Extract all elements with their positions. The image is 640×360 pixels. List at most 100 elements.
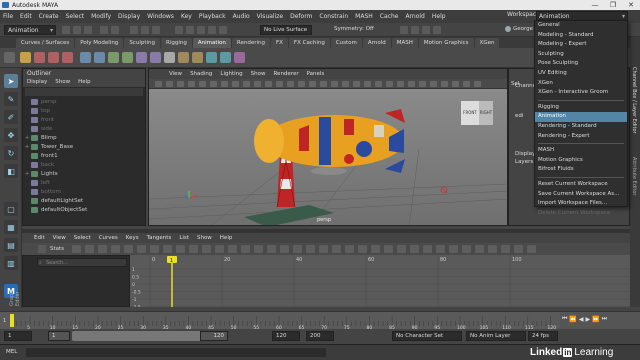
workspace-option-bifrost-fluids[interactable]: Bifrost Fluids xyxy=(535,165,627,175)
viewport-tool-icon[interactable] xyxy=(386,81,393,87)
outliner-search-input[interactable] xyxy=(25,88,143,96)
fps-select[interactable]: 24 fps xyxy=(528,331,558,341)
expand-icon[interactable]: + xyxy=(23,171,31,177)
workspace-option-reset-current-workspace[interactable]: Reset Current Workspace xyxy=(535,180,627,190)
workspace-option-save-current-workspace-as[interactable]: Save Current Workspace As... xyxy=(535,190,627,200)
graph-tool-icon[interactable] xyxy=(72,245,81,253)
anim-layer-select[interactable]: No Anim Layer xyxy=(466,331,526,341)
workspace-option-xgen[interactable]: XGen xyxy=(535,79,627,89)
start-frame-field[interactable]: 1 xyxy=(4,331,32,341)
scene-view[interactable]: FRONT RIGHT persp xyxy=(149,89,507,225)
end-frame-field[interactable]: 120 xyxy=(272,331,300,341)
tab-channel-box[interactable]: Channel Box / Layer Editor xyxy=(631,67,637,134)
go-to-end-icon[interactable]: ⏭ xyxy=(602,315,607,323)
graph-editor-icon[interactable] xyxy=(80,52,91,63)
viewport-tool-icon[interactable] xyxy=(199,81,206,87)
viewport-tool-icon[interactable] xyxy=(166,81,173,87)
viewport-menu-renderer[interactable]: Renderer xyxy=(273,69,298,79)
viewcube-front[interactable]: FRONT xyxy=(461,101,479,125)
layout-graph-icon[interactable]: ▥ xyxy=(4,256,18,270)
layout-single-icon[interactable]: ▢ xyxy=(4,202,18,216)
menu-display[interactable]: Display xyxy=(118,13,140,20)
viewport-tool-icon[interactable] xyxy=(441,81,448,87)
viewcube-right[interactable]: RIGHT xyxy=(479,101,493,125)
graph-tool-icon[interactable] xyxy=(423,245,432,253)
outliner-item[interactable]: defaultObjectSet xyxy=(23,205,145,214)
close-button[interactable]: ✕ xyxy=(622,0,640,10)
graph-menu-list[interactable]: List xyxy=(179,235,189,241)
graph-tool-icon[interactable] xyxy=(462,245,471,253)
graph-tool-icon[interactable] xyxy=(124,245,133,253)
graph-search-input[interactable]: ⌕ Search... xyxy=(37,258,127,267)
layout-four-icon[interactable]: ▦ xyxy=(4,220,18,234)
graph-tool-icon[interactable] xyxy=(189,245,198,253)
viewport-tool-icon[interactable] xyxy=(331,81,338,87)
graph-tool-icon[interactable] xyxy=(358,245,367,253)
graph-tool-icon[interactable] xyxy=(163,245,172,253)
graph-tool-icon[interactable] xyxy=(241,245,250,253)
graph-tool-icon[interactable] xyxy=(397,245,406,253)
graph-tool-icon[interactable] xyxy=(280,245,289,253)
graph-tool-icon[interactable] xyxy=(150,245,159,253)
graph-tool-icon[interactable] xyxy=(293,245,302,253)
menu-playback[interactable]: Playback xyxy=(199,13,226,20)
render-icon[interactable] xyxy=(400,26,408,34)
menu-constrain[interactable]: Constrain xyxy=(319,13,348,20)
viewport-tool-icon[interactable] xyxy=(276,81,283,87)
display-tab[interactable]: Display xyxy=(515,151,535,157)
menu-edit[interactable]: Edit xyxy=(20,13,32,20)
workspace-option-xgen-interactive-groom[interactable]: XGen - Interactive Groom xyxy=(535,88,627,98)
range-handle[interactable] xyxy=(72,331,202,341)
layers-menu[interactable]: Layers xyxy=(515,159,533,165)
time-slider[interactable]: 5 10 15 20 25 30 35 40 45 50 55 60 65 70 75 80 85 90 95 100… xyxy=(0,311,640,331)
shelf-tab-rigging[interactable]: Rigging xyxy=(161,38,192,48)
graph-tool-icon[interactable] xyxy=(332,245,341,253)
snap-grid-icon[interactable] xyxy=(175,26,183,34)
new-scene-icon[interactable] xyxy=(62,26,70,34)
workspace-option-uv-editing[interactable]: UV Editing xyxy=(535,69,627,79)
anim-end-field[interactable]: 200 xyxy=(306,331,334,341)
expand-icon[interactable]: + xyxy=(23,144,31,150)
workspace-option-rendering-standard[interactable]: Rendering - Standard xyxy=(535,122,627,132)
viewport-menu-show[interactable]: Show xyxy=(251,69,266,79)
graph-tool-icon[interactable] xyxy=(215,245,224,253)
menu-cache[interactable]: Cache xyxy=(380,13,399,20)
go-to-start-icon[interactable]: ⏮ xyxy=(562,315,567,323)
viewport-tool-icon[interactable] xyxy=(232,81,239,87)
viewport-tool-icon[interactable] xyxy=(474,81,481,87)
bind-skin-icon[interactable] xyxy=(234,52,245,63)
shelf-tab-xgen[interactable]: XGen xyxy=(474,38,500,48)
graph-tool-icon[interactable] xyxy=(501,245,510,253)
graph-tool-icon[interactable] xyxy=(514,245,523,253)
shelf-tab-motion-graphics[interactable]: Motion Graphics xyxy=(418,38,474,48)
maximize-button[interactable]: ❐ xyxy=(604,0,622,10)
shelf-tab-mash[interactable]: MASH xyxy=(391,38,418,48)
minimize-button[interactable]: — xyxy=(586,0,604,10)
playback-start-field[interactable]: 1 xyxy=(48,331,70,341)
graph-tool-icon[interactable] xyxy=(176,245,185,253)
outliner-item[interactable]: bottom xyxy=(23,187,145,196)
shelf-tab-animation[interactable]: Animation xyxy=(192,38,231,48)
ik-handle-icon[interactable] xyxy=(220,52,231,63)
viewport-tool-icon[interactable] xyxy=(210,81,217,87)
menu-arnold[interactable]: Arnold xyxy=(405,13,424,20)
graph-view[interactable]: 02040608010010.50-0.5-1-1.51 xyxy=(130,255,630,307)
select-object-icon[interactable] xyxy=(141,26,149,34)
layout-outliner-icon[interactable]: ▤ xyxy=(4,238,18,252)
step-back-icon[interactable]: ◀ xyxy=(579,316,584,323)
outliner-item[interactable]: front xyxy=(23,115,145,124)
graph-tool-icon[interactable] xyxy=(345,245,354,253)
set-key-icon[interactable] xyxy=(20,52,31,63)
expand-icon[interactable]: + xyxy=(23,135,31,141)
viewport-tool-icon[interactable] xyxy=(408,81,415,87)
constrain-icon[interactable] xyxy=(192,52,203,63)
viewport-tool-icon[interactable] xyxy=(298,81,305,87)
graph-menu-view[interactable]: View xyxy=(53,235,66,241)
symmetry-label[interactable]: Symmetry: Off xyxy=(334,26,374,32)
shelf-tab-arnold[interactable]: Arnold xyxy=(362,38,391,48)
workspace-option-modeling-expert[interactable]: Modeling - Expert xyxy=(535,40,627,50)
menu-windows[interactable]: Windows xyxy=(147,13,174,20)
graph-menu-edit[interactable]: Edit xyxy=(34,235,45,241)
move-tool-icon[interactable]: ✥ xyxy=(4,128,18,142)
viewport-tool-icon[interactable] xyxy=(419,81,426,87)
